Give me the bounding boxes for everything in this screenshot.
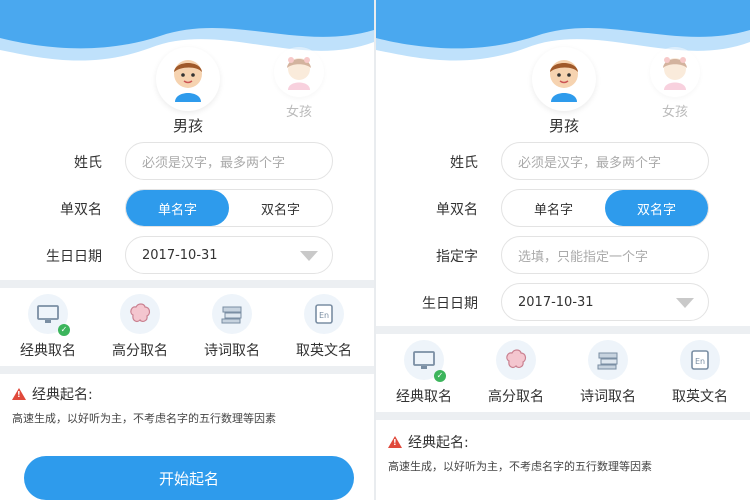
birthday-value: 2017-10-31 — [518, 294, 594, 310]
section-divider — [376, 412, 750, 420]
feature-label: 高分取名 — [488, 389, 544, 405]
start-naming-button[interactable]: 开始起名 — [24, 456, 354, 500]
girl-avatar-icon — [274, 47, 324, 97]
dropdown-arrow-icon — [300, 251, 318, 261]
section-divider — [0, 280, 374, 288]
section-divider — [0, 366, 374, 374]
english-card-icon: En — [304, 294, 344, 334]
boy-avatar-icon — [156, 47, 220, 111]
feature-classic[interactable]: ✓ 经典取名 — [8, 294, 88, 360]
birthday-select[interactable]: 2017-10-31 — [125, 236, 333, 274]
feature-label: 取英文名 — [296, 343, 352, 359]
surname-input[interactable]: 必须是汉字，最多两个字 — [501, 142, 709, 180]
dropdown-arrow-icon — [676, 298, 694, 308]
svg-text:En: En — [319, 311, 329, 320]
surname-placeholder: 必须是汉字，最多两个字 — [518, 155, 662, 171]
surname-label: 姓氏 — [74, 155, 102, 171]
warning-icon: ! — [388, 436, 402, 448]
gender-boy-label: 男孩 — [172, 117, 203, 135]
name-type-toggle[interactable]: 单名字 双名字 — [125, 189, 333, 227]
birthday-label: 生日日期 — [46, 249, 102, 265]
info-description: 高速生成，以好听为主，不考虑名字的五行数理等因素 — [388, 460, 652, 473]
feature-label: 高分取名 — [112, 343, 168, 359]
name-type-toggle[interactable]: 单名字 双名字 — [501, 189, 709, 227]
gender-boy[interactable]: 男孩 — [156, 47, 220, 136]
gender-girl-label: 女孩 — [661, 105, 688, 120]
right-phone-screen: 男孩 女孩 姓氏 必须是汉字，最多两个字 单双名 单名字 双名字 指定字 选填，… — [376, 0, 750, 500]
double-name-option[interactable]: 双名字 — [605, 190, 708, 226]
books-icon — [588, 340, 628, 380]
feature-high-score[interactable]: 高分取名 — [476, 340, 556, 406]
feature-label: 诗词取名 — [204, 343, 260, 359]
left-phone-screen: 男孩 女孩 姓氏 必须是汉字，最多两个字 单双名 单名字 双名字 生日日期 20… — [0, 0, 374, 500]
feature-label: 经典取名 — [20, 343, 76, 359]
english-card-icon: En — [680, 340, 720, 380]
double-name-option[interactable]: 双名字 — [229, 190, 332, 226]
feature-label: 取英文名 — [672, 389, 728, 405]
feature-high-score[interactable]: 高分取名 — [100, 294, 180, 360]
gender-girl[interactable]: 女孩 — [274, 47, 324, 120]
birthday-label: 生日日期 — [422, 296, 478, 312]
gender-girl-label: 女孩 — [285, 105, 312, 120]
specified-char-placeholder: 选填，只能指定一个字 — [518, 249, 649, 265]
svg-text:En: En — [695, 357, 705, 366]
birthday-value: 2017-10-31 — [142, 247, 218, 263]
surname-label: 姓氏 — [450, 155, 478, 171]
check-icon: ✓ — [434, 370, 446, 382]
warning-icon: ! — [12, 388, 26, 400]
section-divider — [376, 326, 750, 334]
info-title-text: 经典起名: — [408, 435, 469, 451]
single-name-option[interactable]: 单名字 — [502, 190, 605, 226]
books-icon — [212, 294, 252, 334]
surname-placeholder: 必须是汉字，最多两个字 — [142, 155, 286, 171]
gender-boy[interactable]: 男孩 — [532, 47, 596, 136]
boy-avatar-icon — [532, 47, 596, 111]
birthday-select[interactable]: 2017-10-31 — [501, 283, 709, 321]
feature-english[interactable]: En 取英文名 — [284, 294, 364, 360]
monitor-icon: ✓ — [28, 294, 70, 336]
feature-english[interactable]: En 取英文名 — [660, 340, 740, 406]
brain-icon — [496, 340, 536, 380]
brain-icon — [120, 294, 160, 334]
girl-avatar-icon — [650, 47, 700, 97]
monitor-icon: ✓ — [404, 340, 446, 382]
feature-poetry[interactable]: 诗词取名 — [192, 294, 272, 360]
feature-label: 经典取名 — [396, 389, 452, 405]
feature-label: 诗词取名 — [580, 389, 636, 405]
screenshot-collage: 男孩 女孩 姓氏 必须是汉字，最多两个字 单双名 单名字 双名字 生日日期 20… — [0, 0, 750, 500]
specified-char-input[interactable]: 选填，只能指定一个字 — [501, 236, 709, 274]
gender-girl[interactable]: 女孩 — [650, 47, 700, 120]
single-name-option[interactable]: 单名字 — [126, 190, 229, 226]
surname-input[interactable]: 必须是汉字，最多两个字 — [125, 142, 333, 180]
feature-classic[interactable]: ✓ 经典取名 — [384, 340, 464, 406]
check-icon: ✓ — [58, 324, 70, 336]
name-type-label: 单双名 — [436, 202, 478, 218]
feature-poetry[interactable]: 诗词取名 — [568, 340, 648, 406]
info-title: ! 经典起名: — [388, 432, 469, 452]
info-description: 高速生成，以好听为主，不考虑名字的五行数理等因素 — [12, 412, 276, 425]
specified-char-label: 指定字 — [436, 249, 478, 265]
gender-boy-label: 男孩 — [548, 117, 579, 135]
info-title-text: 经典起名: — [32, 387, 93, 403]
info-title: ! 经典起名: — [12, 384, 93, 404]
name-type-label: 单双名 — [60, 202, 102, 218]
